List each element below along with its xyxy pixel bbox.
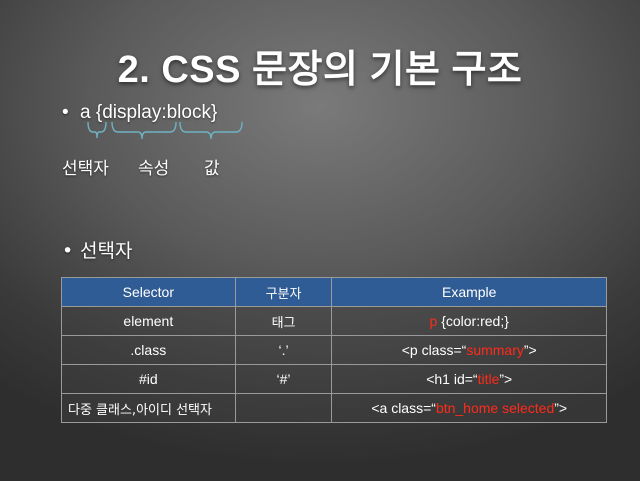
value-brace <box>179 121 243 140</box>
example-post: {color:red;} <box>437 313 509 329</box>
bullet-selector: • 선택자 <box>62 236 132 263</box>
example-pre: <h1 id=“ <box>426 371 478 387</box>
cell-separator: 태그 <box>234 306 333 336</box>
slide: 2. CSS 문장의 기본 구조 • a {display:block} 선택자 … <box>0 0 640 481</box>
value-label: 값 <box>204 159 220 179</box>
cell-selector: #id <box>61 364 236 394</box>
cell-separator: ‘#’ <box>234 364 333 394</box>
example-pre: <p class=“ <box>401 342 467 358</box>
selector-brace <box>87 121 107 139</box>
example-post: ”> <box>523 342 537 358</box>
example-pre: <a class=“ <box>371 400 436 416</box>
cell-selector: 다중 클래스,아이디 선택자 <box>61 393 236 423</box>
example-highlight: summary <box>466 342 524 358</box>
header-selector: Selector <box>61 277 236 307</box>
selector-heading: 선택자 <box>80 240 133 262</box>
cell-separator <box>234 393 333 423</box>
selector-table: Selector 구분자 Example element 태그 p {color… <box>61 277 607 423</box>
cell-selector: element <box>61 306 236 336</box>
cell-example: <h1 id=“title”> <box>331 364 607 394</box>
property-brace <box>111 121 177 140</box>
example-post: ”> <box>499 371 513 387</box>
cell-example: <p class=“summary”> <box>331 335 607 365</box>
example-highlight: btn_home selected <box>435 400 555 416</box>
table-row: 다중 클래스,아이디 선택자 <a class=“btn_home select… <box>61 393 607 423</box>
table-header-row: Selector 구분자 Example <box>61 277 607 307</box>
cell-example: <a class=“btn_home selected”> <box>331 393 607 423</box>
example-highlight: title <box>477 371 500 387</box>
cell-example: p {color:red;} <box>331 306 607 336</box>
table-row: #id ‘#’ <h1 id=“title”> <box>61 364 607 394</box>
table-row: element 태그 p {color:red;} <box>61 306 607 336</box>
bullet-dot: • <box>62 240 74 262</box>
cell-separator: ‘.’ <box>234 335 333 365</box>
header-separator: 구분자 <box>234 277 333 307</box>
selector-label: 선택자 <box>62 159 109 179</box>
header-example: Example <box>331 277 607 307</box>
example-post: ”> <box>554 400 568 416</box>
cell-selector: .class <box>61 335 236 365</box>
property-label: 속성 <box>138 159 170 179</box>
table-row: .class ‘.’ <p class=“summary”> <box>61 335 607 365</box>
